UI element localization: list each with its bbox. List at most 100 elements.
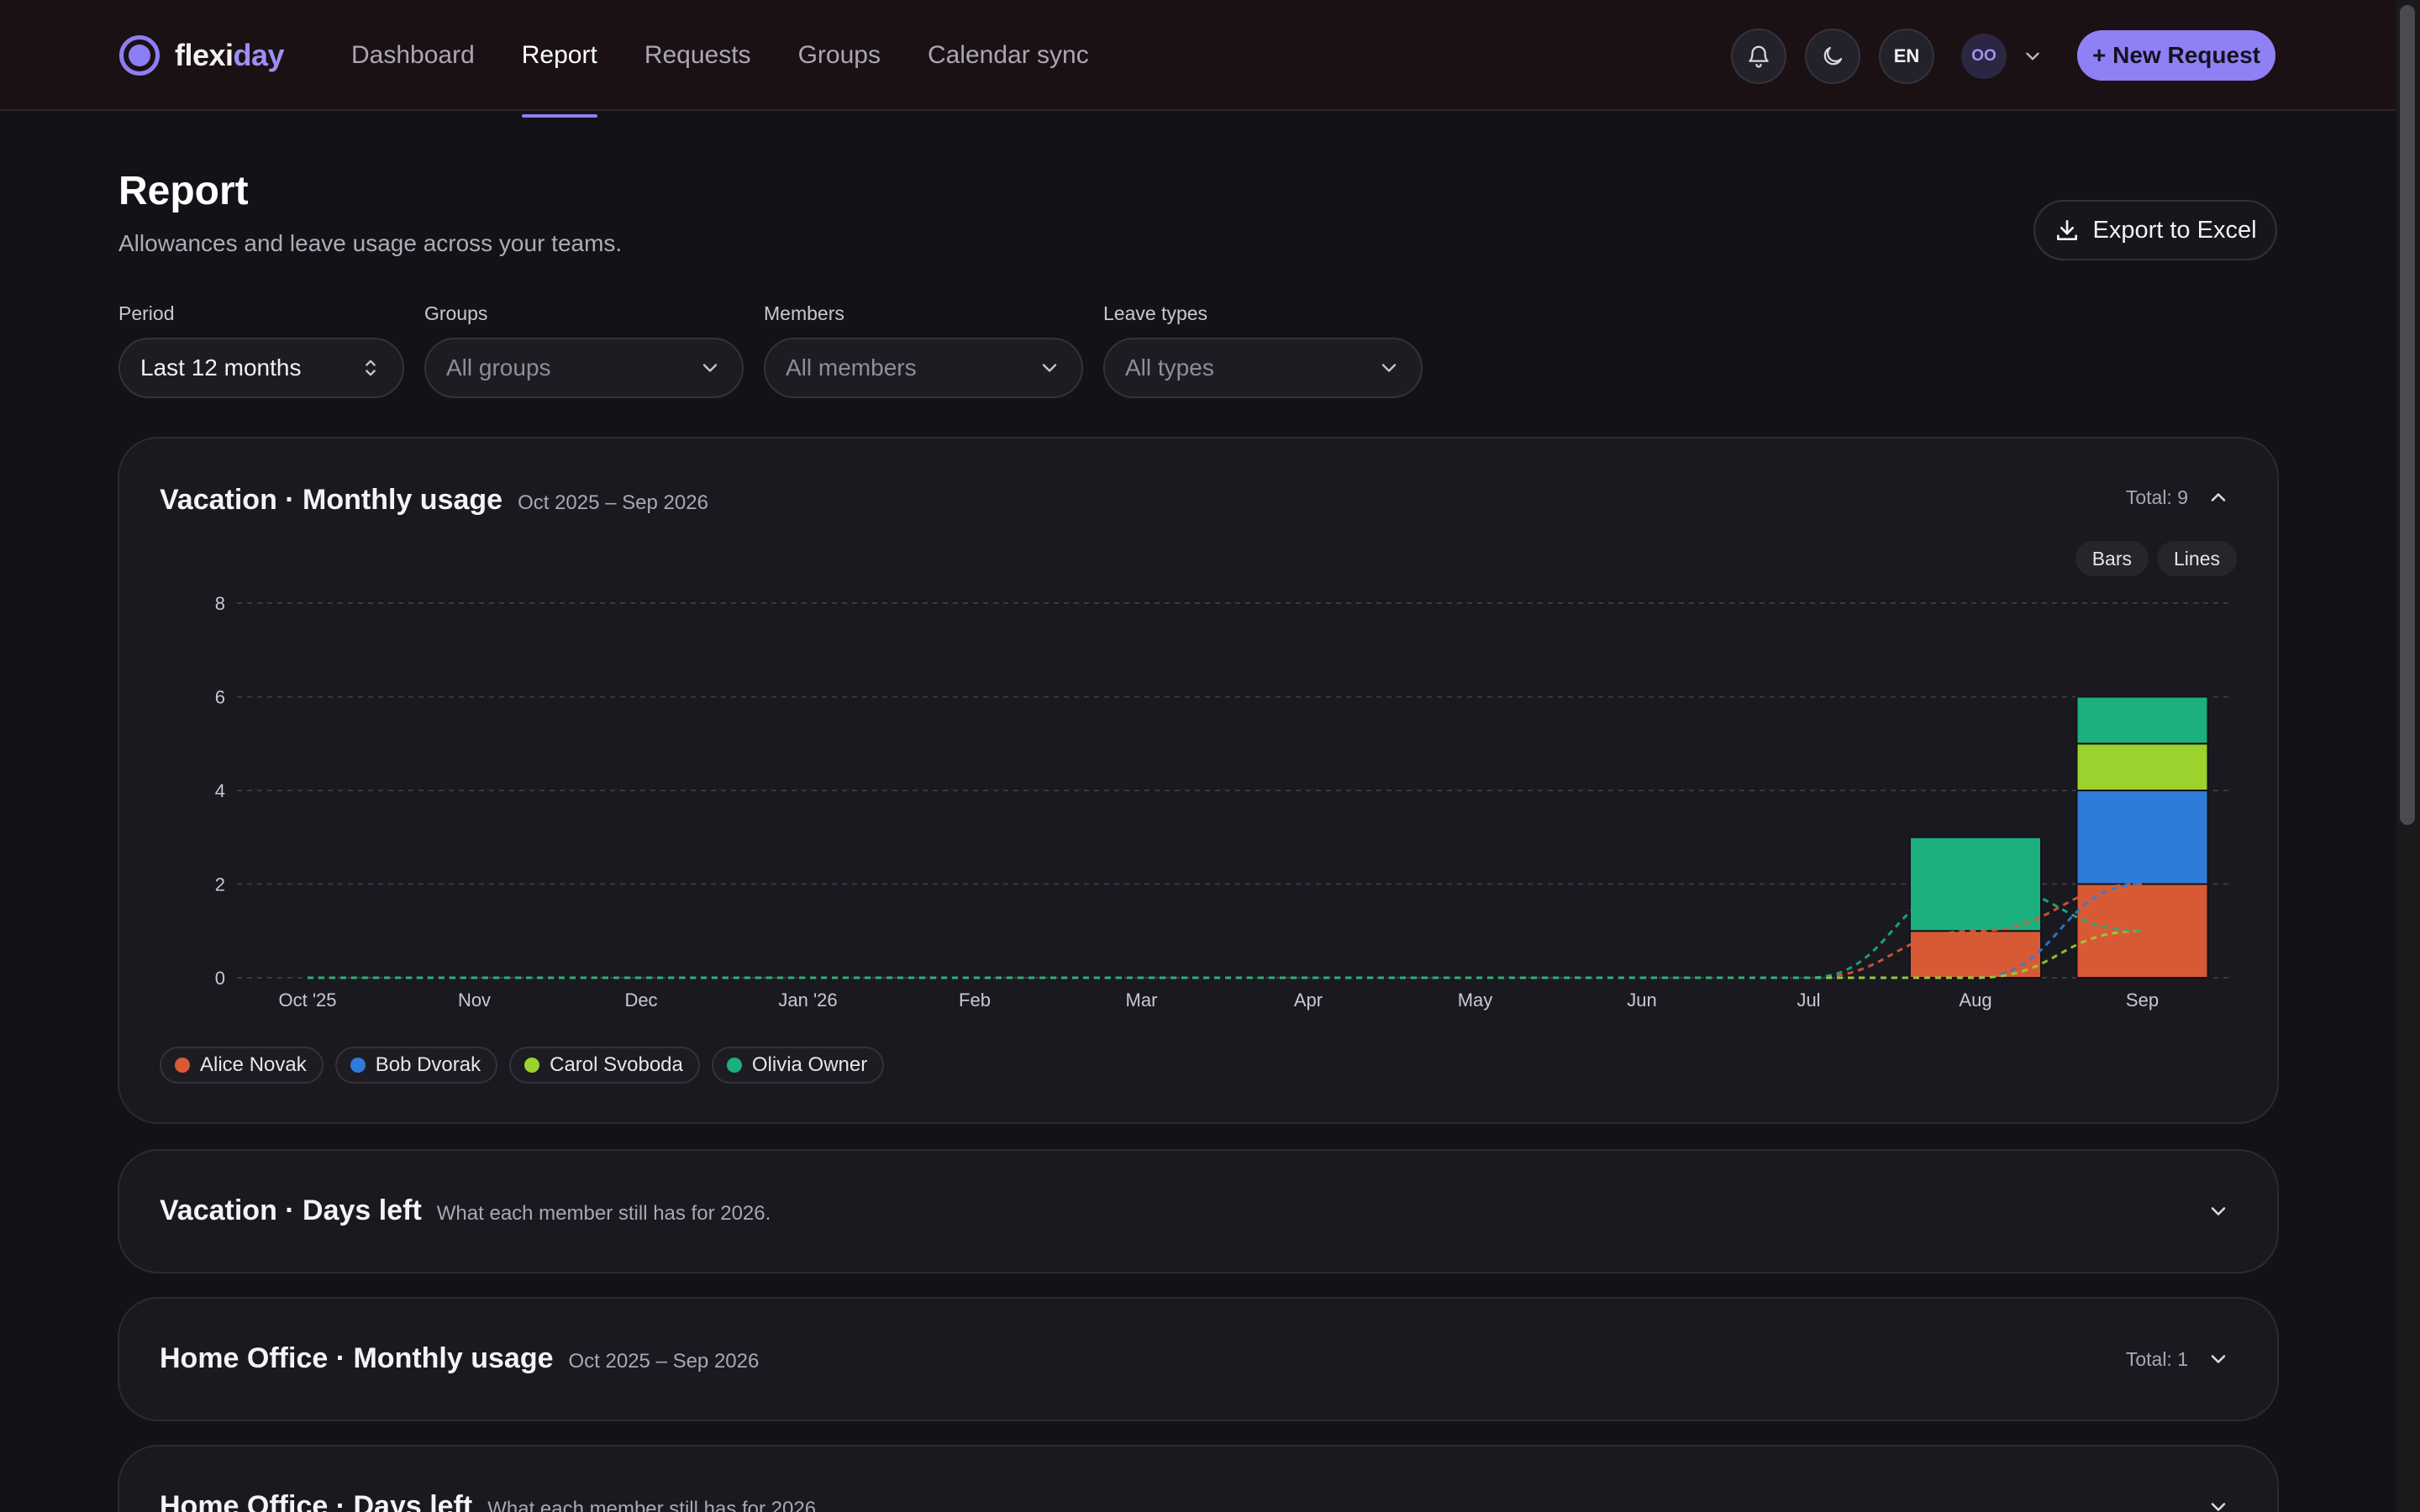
vacation-days-left-header: Vacation · Days left What each member st… [160,1194,771,1227]
x-tick-label: Jun [1627,990,1656,1011]
legend-item[interactable]: Bob Dvorak [334,1047,498,1084]
vacation-days-left-card[interactable]: Vacation · Days left What each member st… [118,1149,2279,1273]
notifications-button[interactable] [1731,29,1786,84]
x-tick-label: Mar [1126,990,1158,1011]
chevron-down-icon [1042,364,1057,372]
y-tick-label: 4 [215,780,225,801]
logo-ring-icon [119,35,160,76]
y-tick-label: 2 [215,874,225,895]
chevron-up-down-icon [366,360,376,376]
bar-segment [2075,883,2209,979]
page-title: Report [118,169,249,213]
x-tick-label: Aug [1959,990,1991,1011]
series-line [308,882,2143,979]
new-request-button[interactable]: + New Request [2077,30,2275,81]
x-tick-label: Dec [624,990,657,1011]
leave-types-select[interactable]: All types [1103,338,1423,398]
bar-segment [1909,836,2042,932]
theme-toggle-button[interactable] [1805,29,1860,84]
card-subtitle: What each member still has for 2026. [487,1498,822,1512]
avatar: OO [1961,34,2007,79]
top-navigation-bar: flexiday Dashboard Report Requests Group… [0,0,2396,118]
legend-label: Bob Dvorak [375,1053,481,1076]
x-tick-label: Nov [458,990,491,1011]
leave-types-value: All types [1125,354,1214,381]
brand-name: flexiday [175,38,285,72]
members-value: All members [786,354,917,381]
user-menu[interactable]: OO [1961,34,2044,79]
home-office-days-left-card[interactable]: Home Office · Days left What each member… [118,1445,2279,1512]
legend-swatch [524,1058,540,1073]
chevron-down-icon[interactable] [2207,1200,2230,1223]
series-line [308,883,2143,979]
bar-segment [2075,790,2209,885]
period-value: Last 12 months [140,354,302,381]
legend-swatch [350,1058,366,1073]
moon-icon [1823,46,1843,66]
members-select[interactable]: All members [764,338,1083,398]
chevron-down-icon[interactable] [2207,1495,2230,1512]
chevron-down-icon [1381,364,1397,372]
home-office-usage-header: Home Office · Monthly usage Oct 2025 – S… [160,1342,759,1375]
export-label: Export to Excel [2092,216,2257,244]
legend-item[interactable]: Carol Svoboda [509,1047,700,1084]
period-label: Period [118,302,175,324]
home-office-days-left-actions [2207,1495,2230,1512]
period-select[interactable]: Last 12 months [118,338,404,398]
card-title: Vacation · Days left [160,1194,422,1226]
legend-item[interactable]: Olivia Owner [711,1047,885,1084]
legend-label: Alice Novak [200,1053,307,1076]
groups-label: Groups [424,302,488,324]
bell-icon [1749,45,1769,68]
x-tick-label: Jul [1797,990,1820,1011]
x-tick-label: Apr [1294,990,1323,1011]
legend-label: Carol Svoboda [550,1053,683,1076]
nav-dashboard[interactable]: Dashboard [351,0,475,111]
home-office-days-left-header: Home Office · Days left What each member… [160,1490,822,1512]
nav-groups[interactable]: Groups [798,0,881,111]
legend-item[interactable]: Alice Novak [160,1047,324,1084]
chevron-down-icon [2026,52,2039,60]
period-filter: Period Last 12 months [118,302,404,398]
groups-filter: Groups All groups [424,302,744,398]
groups-select[interactable]: All groups [424,338,744,398]
export-to-excel-button[interactable]: Export to Excel [2033,200,2277,260]
nav-calendar-sync[interactable]: Calendar sync [928,0,1089,111]
brand-logo[interactable]: flexiday [119,34,285,77]
vacation-days-left-actions [2207,1200,2230,1223]
members-filter: Members All members [764,302,1083,398]
card-subtitle: Oct 2025 – Sep 2026 [568,1350,760,1373]
vacation-usage-card: Vacation · Monthly usage Oct 2025 – Sep … [118,437,2279,1124]
card-title: Home Office · Monthly usage [160,1342,554,1374]
chevron-down-icon [702,364,718,372]
page-subtitle: Allowances and leave usage across your t… [118,230,623,256]
card-title: Home Office · Days left [160,1490,473,1512]
bar-segment [2075,696,2209,745]
x-tick-label: Jan '26 [778,990,837,1011]
y-tick-label: 0 [215,968,225,989]
bar-segment [2075,743,2209,791]
legend-swatch [175,1058,190,1073]
total-badge: Total: 1 [2125,1347,2188,1370]
y-tick-label: 6 [215,687,225,708]
page-scrollbar-thumb[interactable] [2400,5,2415,825]
groups-value: All groups [446,354,551,381]
nav-report[interactable]: Report [521,0,597,118]
legend-label: Olivia Owner [751,1053,868,1076]
main-nav: Dashboard Report Requests Groups Calenda… [351,0,1136,118]
nav-requests[interactable]: Requests [644,0,751,111]
home-office-usage-summary: Total: 1 [2126,1347,2230,1371]
x-tick-label: Oct '25 [278,990,336,1011]
chart-legend: Alice Novak Bob Dvorak Carol Svoboda Olivia… [160,1047,896,1084]
chevron-down-icon[interactable] [2207,1347,2230,1371]
leave-types-label: Leave types [1103,302,1208,324]
members-label: Members [764,302,844,324]
home-office-usage-card[interactable]: Home Office · Monthly usage Oct 2025 – S… [118,1297,2279,1421]
leave-types-filter: Leave types All types [1103,302,1423,398]
vacation-usage-chart: 0 2 4 6 8 Oct '25 Nov Dec Jan '26 Feb Mar Apr May Jun… [215,593,2233,1011]
card-subtitle: What each member still has for 2026. [436,1202,771,1225]
language-button[interactable]: EN [1879,29,1934,84]
x-tick-label: Feb [959,990,991,1011]
x-tick-label: Sep [2126,990,2159,1011]
series-line [308,883,2143,979]
